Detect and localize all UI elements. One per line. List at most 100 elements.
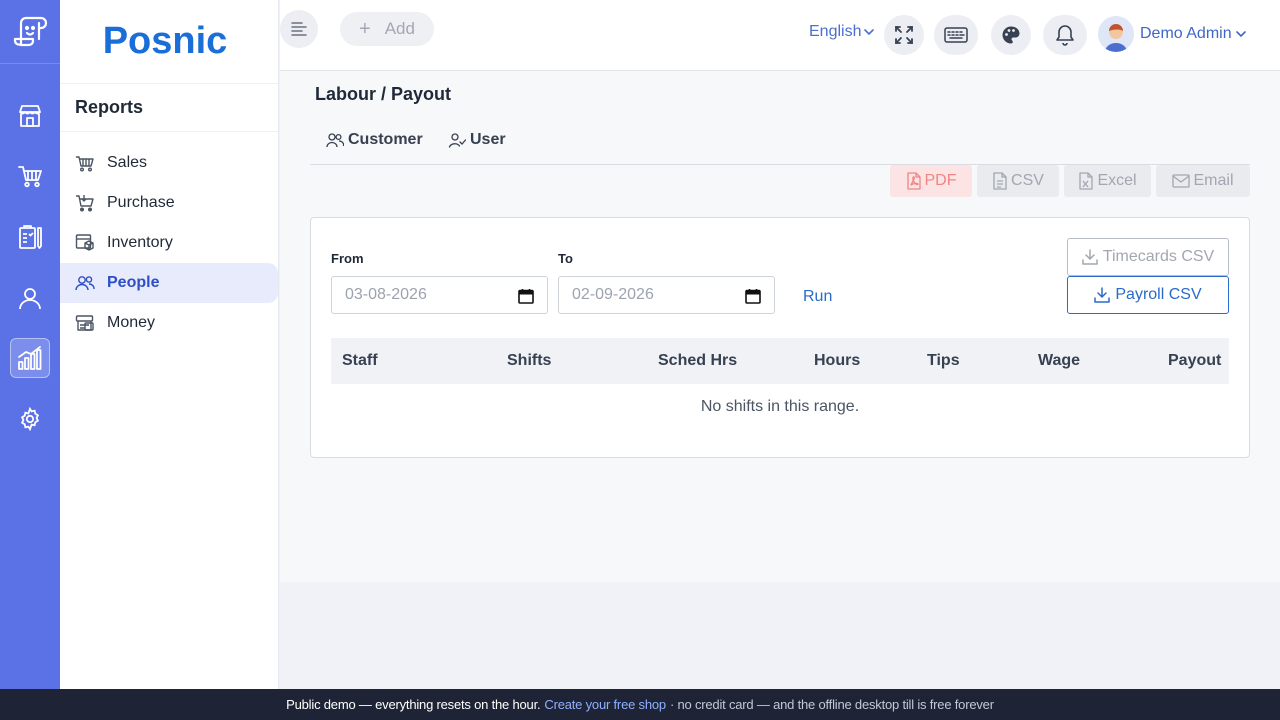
sidebar: Posnic Reports Sales Purchase Inventory …	[60, 0, 279, 689]
sidebar-item-purchase[interactable]: Purchase	[60, 183, 278, 223]
top-bar: + Add English Demo Admin	[280, 0, 1280, 71]
store-icon	[17, 103, 43, 129]
column-header-payout[interactable]: Payout	[1168, 352, 1221, 370]
file-excel-icon	[1078, 172, 1097, 190]
bell-icon	[1055, 24, 1075, 46]
sidebar-item-money[interactable]: Money	[60, 303, 278, 343]
sidebar-item-label: Sales	[107, 154, 148, 171]
user-name: Demo Admin	[1140, 25, 1232, 42]
calendar-icon[interactable]	[745, 288, 761, 304]
column-header-hours[interactable]: Hours	[814, 352, 860, 370]
column-header-wage[interactable]: Wage	[1038, 352, 1080, 370]
column-header-staff[interactable]: Staff	[342, 352, 378, 370]
timecards-csv-label: Timecards CSV	[1102, 248, 1215, 265]
export-email-button[interactable]: Email	[1156, 165, 1250, 197]
export-csv-button[interactable]: CSV	[977, 165, 1059, 197]
tab-user[interactable]: User	[448, 131, 506, 149]
demo-notice-bar: Public demo — everything resets on the h…	[0, 689, 1280, 720]
payroll-csv-label: Payroll CSV	[1115, 286, 1202, 303]
export-pdf-label: PDF	[924, 172, 957, 189]
plus-icon: +	[359, 17, 371, 40]
sidebar-item-label: Purchase	[107, 194, 175, 211]
basket-icon	[74, 152, 96, 174]
export-excel-label: Excel	[1097, 172, 1137, 189]
tab-label: Customer	[348, 131, 423, 148]
to-date-input[interactable]: 02-09-2026	[558, 276, 775, 314]
notice-tail: · no credit card — and the offline deskt…	[669, 697, 994, 712]
clipboard-icon	[17, 224, 43, 250]
tab-customer[interactable]: Customer	[326, 131, 423, 149]
run-button[interactable]: Run	[803, 288, 832, 306]
from-label: From	[331, 251, 364, 266]
sidebar-item-label: Money	[107, 314, 156, 331]
sidebar-item-sales[interactable]: Sales	[60, 143, 278, 183]
align-left-icon	[290, 20, 308, 38]
reports-chart-icon	[16, 344, 44, 372]
sidebar-item-label: People	[107, 274, 160, 291]
from-date-value: 03-08-2026	[345, 286, 427, 303]
app-logo[interactable]	[0, 0, 60, 64]
download-icon	[1094, 287, 1115, 303]
fullscreen-button[interactable]	[884, 15, 924, 55]
rail-user-button[interactable]	[10, 278, 50, 318]
language-label: English	[809, 23, 862, 40]
icon-rail	[0, 0, 60, 689]
from-date-input[interactable]: 03-08-2026	[331, 276, 548, 314]
rail-cart-button[interactable]	[10, 156, 50, 196]
fullscreen-icon	[894, 25, 914, 45]
export-csv-label: CSV	[1011, 172, 1044, 189]
rail-store-button[interactable]	[10, 96, 50, 136]
create-shop-link[interactable]: Create your free shop	[544, 697, 666, 712]
people-icon	[74, 272, 96, 294]
file-text-icon	[992, 172, 1011, 190]
money-icon	[74, 312, 96, 334]
rail-reports-button[interactable]	[10, 338, 50, 378]
rail-clipboard-button[interactable]	[10, 217, 50, 257]
payout-table-header: Staff Shifts Sched Hrs Hours Tips Wage P…	[331, 338, 1229, 384]
export-excel-button[interactable]: Excel	[1064, 165, 1151, 197]
main-content: Labour / Payout Customer User PDF CSV Ex…	[280, 71, 1280, 582]
column-header-sched-hrs[interactable]: Sched Hrs	[658, 352, 737, 370]
payout-card: From 03-08-2026 To 02-09-2026 Run Timeca…	[310, 217, 1250, 458]
report-tabs: Customer User	[310, 121, 1250, 165]
notice-text: Public demo — everything resets on the h…	[286, 697, 541, 712]
rail-settings-button[interactable]	[10, 399, 50, 439]
user-menu[interactable]: Demo Admin	[1098, 16, 1246, 52]
add-button[interactable]: + Add	[340, 12, 434, 46]
scroll-logo-icon	[12, 15, 48, 49]
brand-logo[interactable]: Posnic	[60, 0, 278, 84]
timecards-csv-button[interactable]: Timecards CSV	[1067, 238, 1229, 276]
to-label: To	[558, 251, 573, 266]
file-pdf-icon	[906, 172, 925, 190]
palette-icon	[1001, 25, 1021, 45]
page-title: Labour / Payout	[315, 84, 452, 104]
cart-icon	[74, 192, 96, 214]
chevron-down-icon	[1235, 30, 1246, 38]
column-header-shifts[interactable]: Shifts	[507, 352, 551, 370]
export-email-label: Email	[1193, 172, 1234, 189]
calendar-icon[interactable]	[518, 288, 534, 304]
sidebar-title: Reports	[60, 84, 278, 132]
chevron-down-icon	[864, 28, 875, 36]
gear-icon	[18, 407, 42, 431]
keyboard-shortcuts-button[interactable]	[934, 15, 978, 55]
user-check-icon	[448, 132, 470, 148]
people-icon	[326, 132, 348, 148]
envelope-icon	[1172, 174, 1193, 188]
empty-state-message: No shifts in this range.	[700, 398, 860, 415]
theme-button[interactable]	[991, 15, 1031, 55]
column-header-tips[interactable]: Tips	[927, 352, 960, 370]
user-icon	[17, 285, 43, 311]
menu-toggle-button[interactable]	[280, 10, 318, 48]
keyboard-icon	[944, 27, 968, 43]
download-icon	[1082, 249, 1103, 265]
export-pdf-button[interactable]: PDF	[890, 165, 972, 197]
language-select[interactable]: English	[809, 23, 875, 41]
add-button-label: Add	[384, 19, 415, 38]
notifications-button[interactable]	[1043, 15, 1087, 55]
avatar	[1098, 16, 1134, 52]
to-date-value: 02-09-2026	[572, 286, 654, 303]
sidebar-item-people[interactable]: People	[60, 263, 278, 303]
payroll-csv-button[interactable]: Payroll CSV	[1067, 276, 1229, 314]
sidebar-item-inventory[interactable]: Inventory	[60, 223, 278, 263]
